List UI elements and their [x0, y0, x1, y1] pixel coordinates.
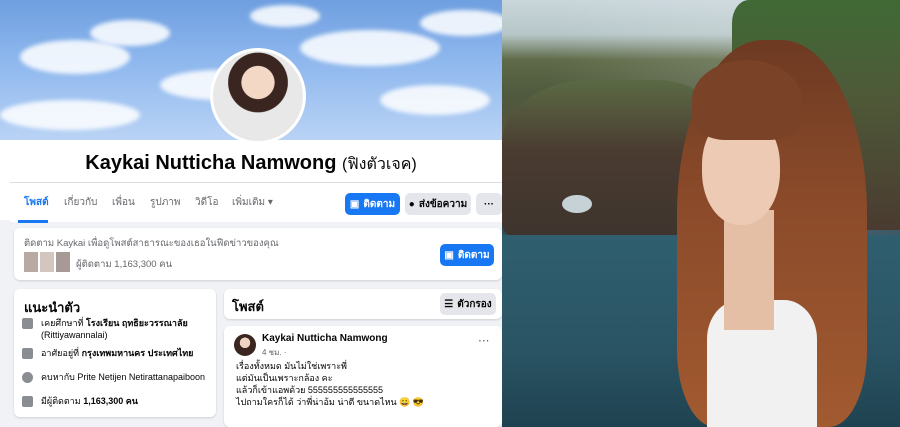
facebook-profile-screenshot: Kaykai Nutticha Namwong (ฟิงตัวเจค) โพสต…	[0, 0, 502, 427]
intro-followers-count: 1,163,300 คน	[83, 396, 138, 406]
more-options-icon: ···	[484, 198, 494, 210]
follow-prompt-card: ติดตาม Kaykai เพื่อดูโพสต์สาธารณะของเธอใ…	[14, 228, 502, 280]
tab-more[interactable]: เพิ่มเติม ▾	[232, 195, 273, 210]
tab-posts[interactable]: โพสต์	[24, 195, 49, 210]
follower-avatar	[24, 252, 38, 272]
follower-avatar	[56, 252, 70, 272]
intro-location: อาศัยอยู่ที่ กรุงเทพมหานคร ประเทศไทย	[22, 347, 212, 359]
follower-count: ผู้ติดตาม 1,163,300 คน	[76, 259, 173, 270]
graduation-cap-icon	[22, 318, 33, 329]
intro-education-prefix: เคยศึกษาที่	[41, 318, 84, 328]
post-line: แล้วก็เข้าแอพด้วย 555555555555555	[236, 385, 383, 395]
intro-relationship-prefix: คบหากับ	[41, 372, 75, 382]
home-icon	[22, 348, 33, 359]
woman-neck	[724, 210, 774, 330]
follow-button-label: ติดตาม	[363, 198, 396, 210]
active-tab-indicator	[18, 220, 48, 223]
post-card: Kaykai Nutticha Namwong 4 ชม. · ··· เรื่…	[224, 326, 502, 427]
follow-prompt-text: ติดตาม Kaykai เพื่อดูโพสต์สาธารณะของเธอใ…	[24, 238, 279, 249]
rss-icon	[22, 396, 33, 407]
intro-education: เคยศึกษาที่ โรงเรียน ฤทธิยะวรรณาลัย (Ritt…	[22, 317, 212, 341]
woman-bangs	[692, 60, 802, 140]
post-options-icon[interactable]: ···	[478, 334, 489, 348]
tab-videos[interactable]: วิดีโอ	[195, 195, 219, 210]
post-author[interactable]: Kaykai Nutticha Namwong	[262, 333, 388, 344]
chevron-down-icon: ▾	[267, 197, 273, 208]
follower-avatar	[40, 252, 54, 272]
portrait-photo	[502, 0, 900, 427]
more-options-button[interactable]: ···	[476, 193, 502, 215]
profile-name: Kaykai Nutticha Namwong (ฟิงตัวเจค)	[0, 152, 502, 177]
intro-card: แนะนำตัว เคยศึกษาที่ โรงเรียน ฤทธิยะวรรณ…	[14, 289, 216, 417]
tab-more-label: เพิ่มเติม	[232, 197, 266, 208]
intro-title: แนะนำตัว	[24, 300, 81, 315]
profile-alt-name: (ฟิงตัวเจค)	[342, 156, 417, 173]
message-button[interactable]: ● ส่งข้อความ	[405, 193, 471, 215]
intro-relationship-partner[interactable]: Prite Netijen Netirattanapaiboon	[77, 372, 205, 382]
heart-icon	[22, 372, 33, 383]
profile-nav: โพสต์ เกี่ยวกับ เพื่อน รูปภาพ วิดีโอ เพิ…	[10, 182, 502, 223]
follow-icon: ▣	[349, 198, 360, 210]
post-author-avatar[interactable]	[234, 334, 256, 356]
message-button-label: ส่งข้อความ	[418, 198, 468, 210]
post-body: เรื่องทั้งหมด มันไม่ใช่เพราะพี่ แต่มันเป…	[236, 360, 424, 408]
posts-title: โพสต์	[232, 299, 264, 314]
follow-icon: ▣	[444, 249, 454, 261]
intro-relationship: คบหากับ Prite Netijen Netirattanapaiboon	[22, 371, 212, 383]
tab-photos[interactable]: รูปภาพ	[150, 195, 181, 210]
posts-header-card: โพสต์ ☰ ตัวกรอง	[224, 289, 502, 319]
rock-arch-opening	[562, 195, 592, 213]
follow-card-button[interactable]: ▣ ติดตาม	[440, 244, 494, 266]
profile-avatar[interactable]	[210, 48, 306, 144]
post-line: แต่มันเป็นเพราะกล้อง คะ	[236, 373, 333, 383]
intro-education-suffix: (Rittiyawannalai)	[41, 330, 108, 341]
intro-followers-prefix: มีผู้ติดตาม	[41, 396, 81, 406]
post-line: ไปถามใครก็ได้ ว่าพี่น่าอ้ม น่าตี ขนาดไหน…	[236, 397, 425, 407]
messenger-icon: ●	[408, 198, 415, 210]
follower-avatars	[24, 252, 72, 272]
intro-location-city[interactable]: กรุงเทพมหานคร ประเทศไทย	[82, 348, 194, 358]
follow-card-button-label: ติดตาม	[457, 249, 490, 261]
filter-button[interactable]: ☰ ตัวกรอง	[440, 293, 496, 315]
intro-education-school[interactable]: โรงเรียน ฤทธิยะวรรณาลัย	[86, 318, 188, 328]
post-line: เรื่องทั้งหมด มันไม่ใช่เพราะพี่	[236, 361, 347, 371]
tab-about[interactable]: เกี่ยวกับ	[64, 195, 97, 210]
follow-button[interactable]: ▣ ติดตาม	[345, 193, 400, 215]
intro-followers: มีผู้ติดตาม 1,163,300 คน	[22, 395, 212, 407]
intro-location-prefix: อาศัยอยู่ที่	[41, 348, 80, 358]
filter-icon: ☰	[444, 298, 454, 310]
post-time[interactable]: 4 ชม. ·	[262, 346, 286, 359]
filter-button-label: ตัวกรอง	[457, 298, 492, 310]
profile-name-text: Kaykai Nutticha Namwong	[85, 152, 337, 174]
tab-friends[interactable]: เพื่อน	[112, 195, 135, 210]
